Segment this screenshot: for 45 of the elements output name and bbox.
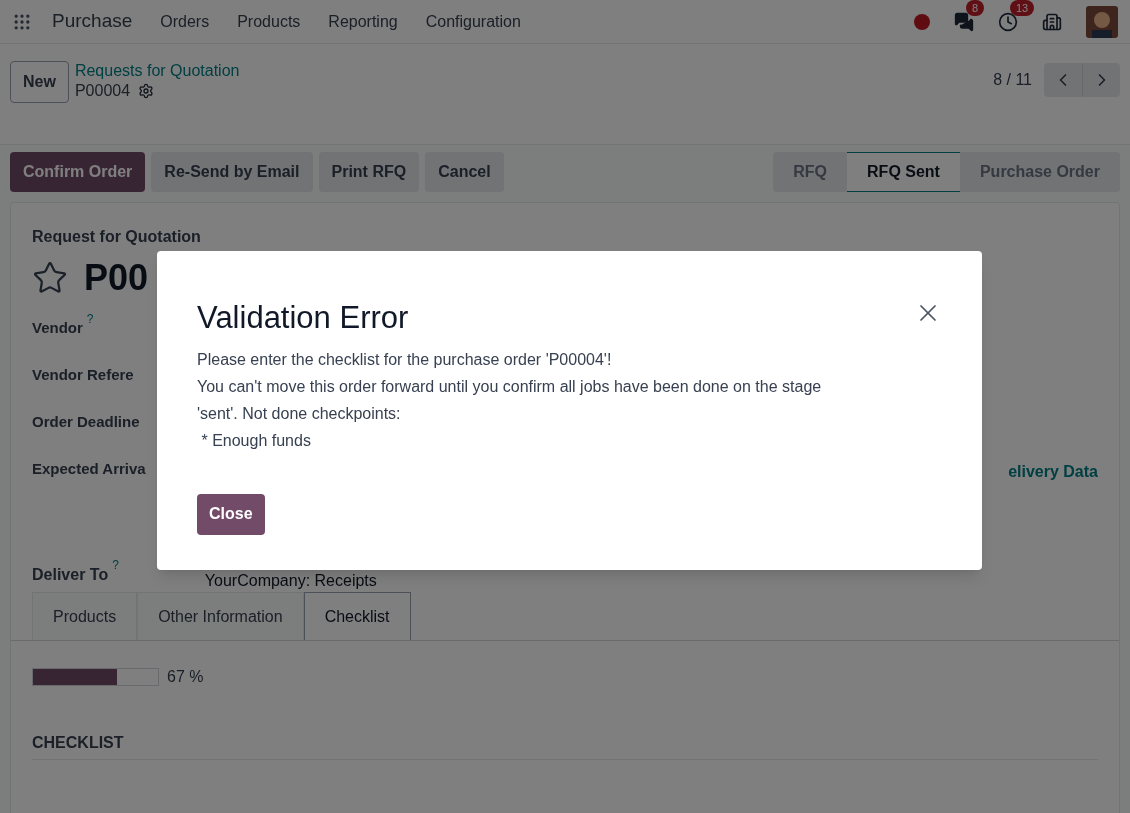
menu-item[interactable]: Products <box>237 9 301 34</box>
status-stage[interactable]: Purchase Order <box>959 152 1120 192</box>
section-heading: CHECKLIST <box>32 731 1098 760</box>
record-name: P00004 <box>74 81 131 101</box>
user-avatar[interactable] <box>1086 5 1118 38</box>
app-name[interactable]: Purchase <box>52 7 133 36</box>
menu-item[interactable]: Configuration <box>425 9 521 34</box>
field-label: Order Deadline <box>32 412 140 432</box>
dialog-message: You can't move this order forward until you confirm all jobs have been done on the stage 'sent'. Not done checkpoints: <box>197 376 823 424</box>
action-button[interactable]: Print RFQ <box>318 152 420 192</box>
activities-icon[interactable] <box>998 11 1018 32</box>
help-tooltip[interactable]: ? <box>112 559 119 571</box>
menu-item[interactable]: Orders <box>160 9 210 34</box>
record-title: P00 <box>84 256 149 300</box>
form-subtitle: Request for Quotation <box>32 227 202 247</box>
close-button[interactable]: Close <box>197 493 265 535</box>
action-button[interactable]: Re-Send by Email <box>151 152 313 192</box>
notebook-tab[interactable]: Other Information <box>137 592 304 640</box>
action-button[interactable]: Cancel <box>425 152 504 192</box>
messages-icon[interactable] <box>954 11 974 32</box>
field-label: Deliver To <box>32 565 109 585</box>
activities-count: 13 <box>1010 0 1035 16</box>
notebook-tab[interactable]: Products <box>32 592 138 640</box>
progress-reading: 67 % <box>167 667 204 687</box>
pager-value: 8 / 11 <box>993 70 1032 90</box>
field-label: Vendor Refere <box>32 365 134 385</box>
status-stage[interactable]: RFQ <box>773 152 848 192</box>
settings-icon[interactable] <box>138 83 155 99</box>
notebook-tab[interactable]: Checklist <box>303 592 411 640</box>
dialog-title: Validation Error <box>197 299 409 337</box>
company-icon[interactable] <box>1042 11 1062 32</box>
status-stage[interactable]: RFQ Sent <box>847 152 960 192</box>
breadcrumb-link[interactable]: Requests for Quotation <box>74 61 240 81</box>
action-button[interactable]: Confirm Order <box>10 152 146 192</box>
messages-count: 8 <box>966 0 985 16</box>
field-label: Expected Arriva <box>32 459 146 479</box>
menu-item[interactable]: Reporting <box>328 9 398 34</box>
dialog-message: Please enter the checklist for the purchase order 'P00004'! <box>197 349 613 370</box>
dialog-message: * Enough funds <box>200 430 312 451</box>
field-value[interactable]: YourCompany: Receipts <box>204 569 377 593</box>
help-tooltip[interactable]: ? <box>86 313 94 325</box>
new-button[interactable]: New <box>10 61 69 103</box>
field-label: Vendor <box>32 318 83 338</box>
favorite-star-icon[interactable] <box>32 260 68 296</box>
delivery-data-link[interactable]: elivery Data <box>1008 460 1098 484</box>
